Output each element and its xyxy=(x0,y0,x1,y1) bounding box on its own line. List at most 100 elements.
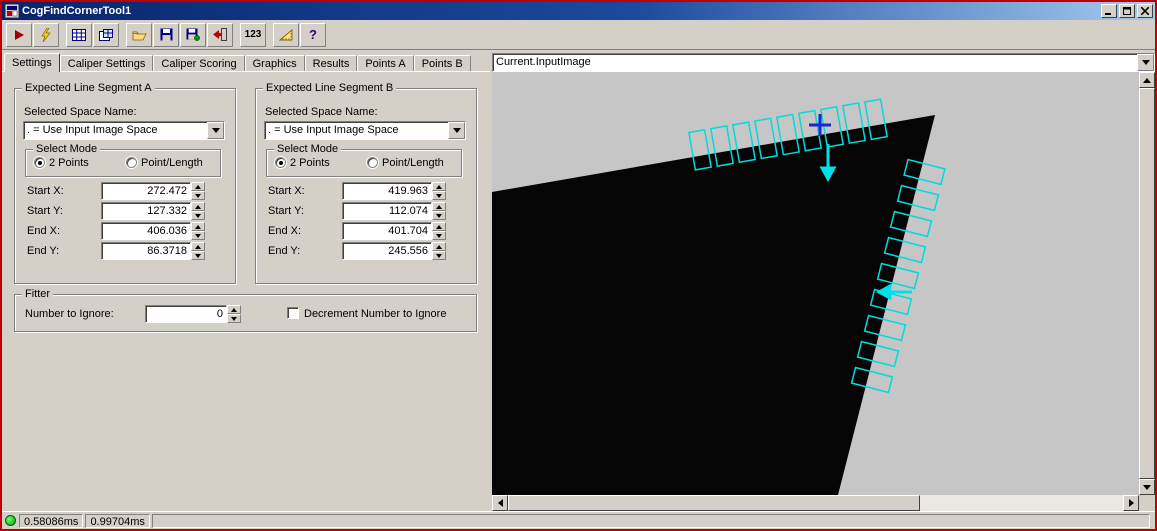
endy-spinner-b[interactable] xyxy=(432,242,446,260)
space-name-dropdown-arrow-a[interactable] xyxy=(207,122,224,139)
arrow-down-icon xyxy=(1143,485,1151,490)
arrow-right-icon xyxy=(1129,499,1134,507)
endy-input-a[interactable] xyxy=(101,242,191,260)
checkbox-icon[interactable] xyxy=(287,307,299,319)
image-selector-value: Current.InputImage xyxy=(493,54,1137,71)
tab-points-b[interactable]: Points B xyxy=(414,55,471,72)
vertical-scrollbar[interactable] xyxy=(1139,72,1155,495)
toolbar: 123 ? xyxy=(2,20,1155,50)
floppy-icon xyxy=(160,28,173,41)
tab-caliper-scoring[interactable]: Caliper Scoring xyxy=(153,55,244,72)
import-results-button[interactable] xyxy=(207,23,233,47)
image-display xyxy=(492,72,1155,511)
run-time-panel: 0.58086ms xyxy=(19,514,83,528)
image-selector-dropdown-arrow[interactable] xyxy=(1137,54,1154,71)
horizontal-scroll-thumb[interactable] xyxy=(508,495,920,511)
decrement-checkbox[interactable]: Decrement Number to Ignore xyxy=(287,307,446,320)
endx-input-a[interactable] xyxy=(101,222,191,240)
tabstrip: Settings Caliper Settings Caliper Scorin… xyxy=(4,53,471,72)
statusbar: 0.58086ms 0.99704ms xyxy=(2,511,1155,529)
radio-pointlength-a[interactable]: Point/Length xyxy=(126,157,203,169)
starty-spinner-a[interactable] xyxy=(191,202,205,220)
help-button[interactable]: ? xyxy=(300,23,326,47)
endx-spinner-a[interactable] xyxy=(191,222,205,240)
radio-icon[interactable] xyxy=(367,157,378,168)
import-arrow-icon xyxy=(213,28,227,41)
numeric-precision-button[interactable]: 123 xyxy=(240,23,266,47)
startx-input-a[interactable] xyxy=(101,182,191,200)
select-mode-title-a: Select Mode xyxy=(33,143,100,155)
minimize-button[interactable] xyxy=(1101,4,1117,18)
save-file-button[interactable] xyxy=(153,23,179,47)
endy-label-b: End Y: xyxy=(268,245,300,257)
scroll-right-button[interactable] xyxy=(1123,495,1139,511)
radio-icon[interactable] xyxy=(275,157,286,168)
grid-icon xyxy=(72,29,86,41)
electric-run-button[interactable] xyxy=(33,23,59,47)
tab-results[interactable]: Results xyxy=(305,55,358,72)
tool-window: CogFindCornerTool1 xyxy=(0,0,1157,531)
image-canvas[interactable] xyxy=(492,72,1139,495)
endx-spinner-b[interactable] xyxy=(432,222,446,240)
ignore-spinner[interactable] xyxy=(227,305,241,323)
radio-icon[interactable] xyxy=(34,157,45,168)
endy-spinner-a[interactable] xyxy=(191,242,205,260)
open-file-button[interactable] xyxy=(126,23,152,47)
group-fitter: Fitter Number to Ignore: Decrement Numbe… xyxy=(14,294,477,332)
space-name-value-b: . = Use Input Image Space xyxy=(265,122,448,139)
group-segment-a-title: Expected Line Segment A xyxy=(22,82,155,94)
starty-input-b[interactable] xyxy=(342,202,432,220)
close-button[interactable] xyxy=(1137,4,1153,18)
scroll-up-button[interactable] xyxy=(1139,72,1155,88)
endy-label-a: End Y: xyxy=(27,245,59,257)
space-name-combo-b[interactable]: . = Use Input Image Space xyxy=(264,121,466,140)
endx-label-b: End X: xyxy=(268,225,301,237)
tab-graphics[interactable]: Graphics xyxy=(245,55,305,72)
input-image-graphics xyxy=(492,72,1139,495)
group-segment-b-title: Expected Line Segment B xyxy=(263,82,396,94)
save-image-button[interactable] xyxy=(180,23,206,47)
startx-label-b: Start X: xyxy=(268,185,305,197)
horizontal-scrollbar[interactable] xyxy=(492,495,1139,511)
space-name-label-b: Selected Space Name: xyxy=(265,106,378,118)
tab-caliper-settings[interactable]: Caliper Settings xyxy=(60,55,154,72)
tab-settings[interactable]: Settings xyxy=(4,53,60,72)
radio-pointlength-b[interactable]: Point/Length xyxy=(367,157,444,169)
tab-points-a[interactable]: Points A xyxy=(357,55,413,72)
scroll-down-button[interactable] xyxy=(1139,479,1155,495)
scroll-left-button[interactable] xyxy=(492,495,508,511)
show-grid-button[interactable] xyxy=(66,23,92,47)
minimize-icon xyxy=(1105,7,1113,15)
starty-input-a[interactable] xyxy=(101,202,191,220)
endy-input-b[interactable] xyxy=(342,242,432,260)
ignore-input[interactable] xyxy=(145,305,227,323)
status-message-panel xyxy=(152,514,1150,528)
space-name-combo-a[interactable]: . = Use Input Image Space xyxy=(23,121,225,140)
startx-spinner-b[interactable] xyxy=(432,182,446,200)
select-mode-group-a: Select Mode 2 Points Point/Length xyxy=(25,149,221,177)
copy-grid-button[interactable] xyxy=(93,23,119,47)
radio-2points-a[interactable]: 2 Points xyxy=(34,157,89,169)
image-selector-combo[interactable]: Current.InputImage xyxy=(492,53,1155,72)
digits-icon: 123 xyxy=(245,29,262,40)
vertical-scroll-thumb[interactable] xyxy=(1139,88,1155,479)
starty-spinner-b[interactable] xyxy=(432,202,446,220)
group-fitter-title: Fitter xyxy=(22,288,53,300)
endx-input-b[interactable] xyxy=(342,222,432,240)
group-segment-b: Expected Line Segment B Selected Space N… xyxy=(255,88,477,284)
space-name-dropdown-arrow-b[interactable] xyxy=(448,122,465,139)
window-icon xyxy=(5,4,19,18)
startx-spinner-a[interactable] xyxy=(191,182,205,200)
run-button[interactable] xyxy=(6,23,32,47)
status-led-icon xyxy=(5,515,16,526)
ignore-label: Number to Ignore: xyxy=(25,308,114,320)
ruler-icon xyxy=(279,29,293,41)
startx-input-b[interactable] xyxy=(342,182,432,200)
radio-icon[interactable] xyxy=(126,157,137,168)
maximize-button[interactable] xyxy=(1119,4,1135,18)
measure-button[interactable] xyxy=(273,23,299,47)
startx-label-a: Start X: xyxy=(27,185,64,197)
select-mode-title-b: Select Mode xyxy=(274,143,341,155)
radio-2points-b[interactable]: 2 Points xyxy=(275,157,330,169)
starty-label-b: Start Y: xyxy=(268,205,304,217)
